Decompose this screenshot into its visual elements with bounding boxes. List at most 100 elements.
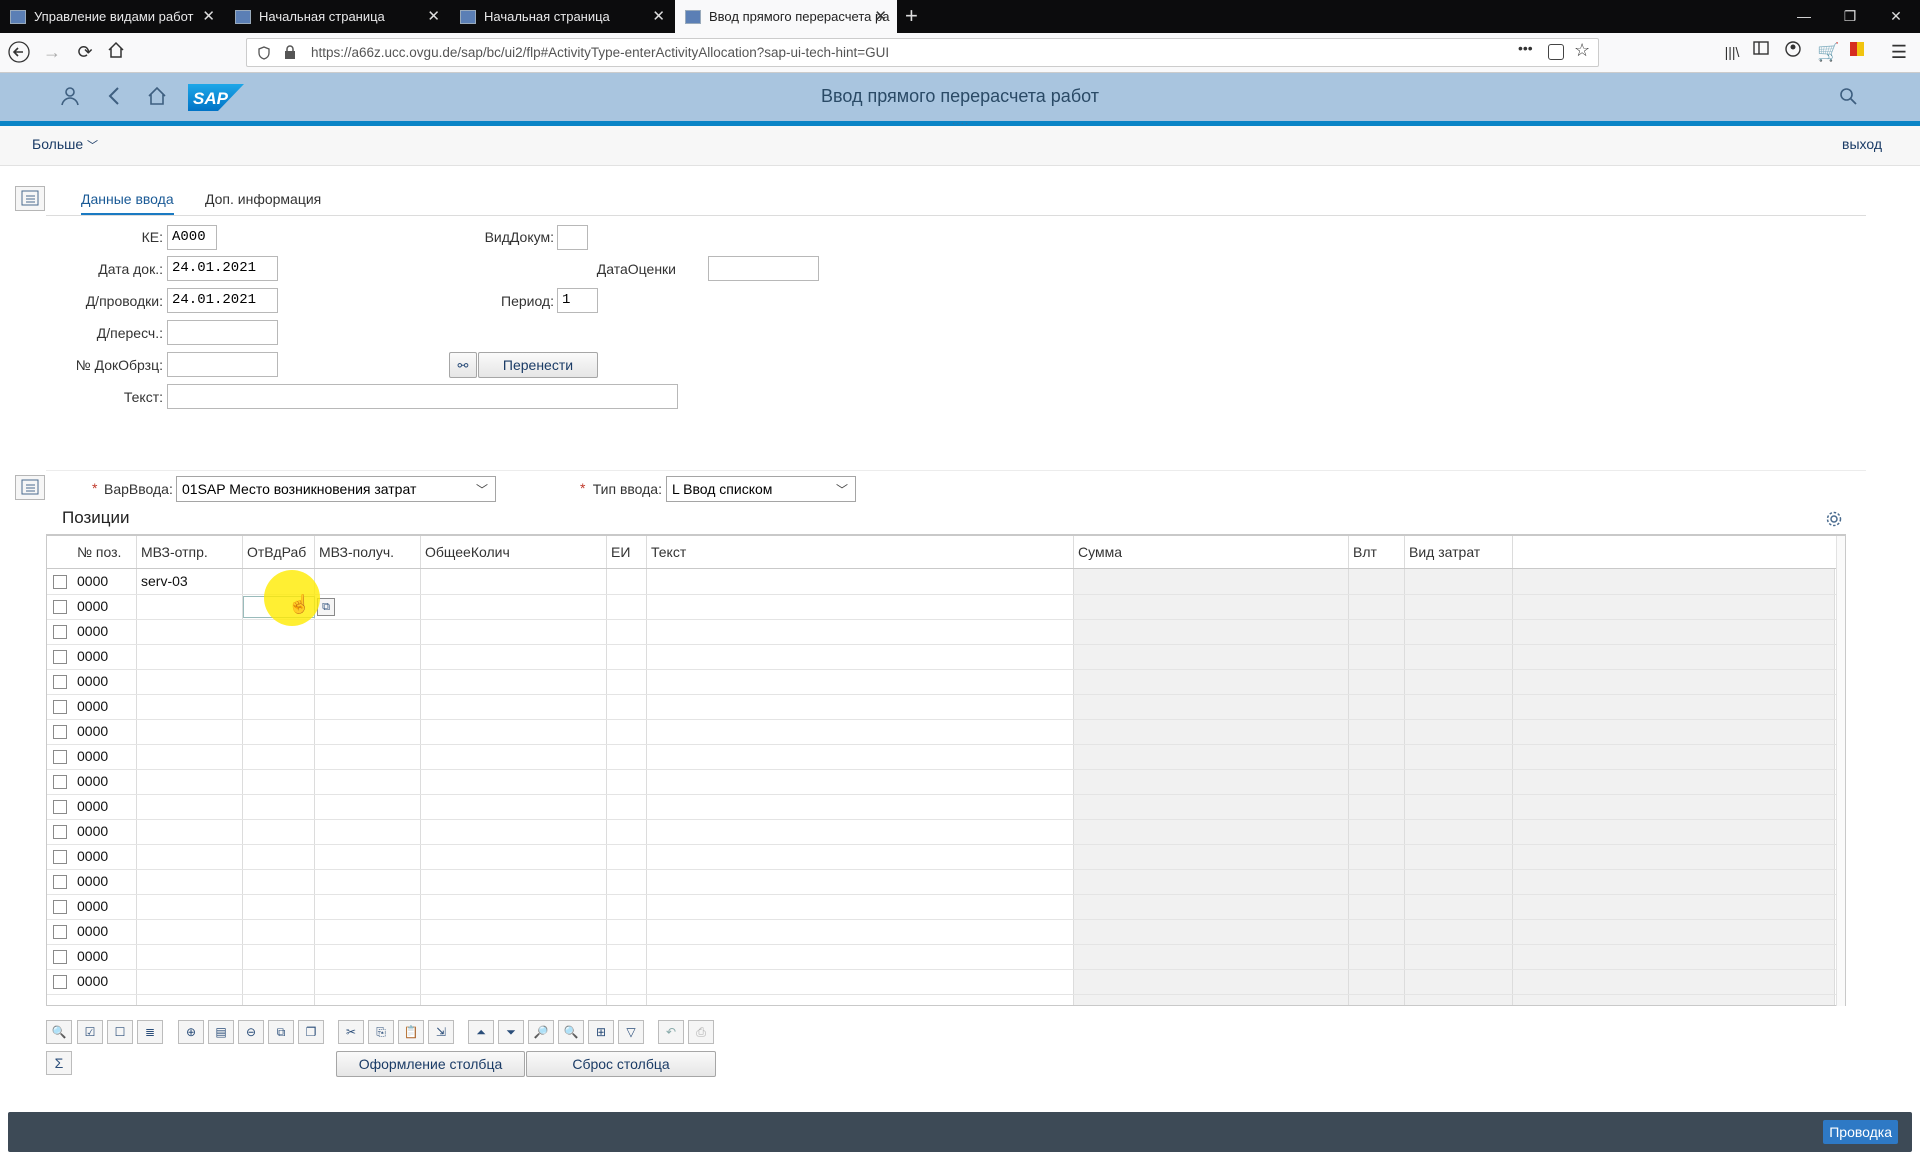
extension-icon[interactable] xyxy=(1849,41,1871,63)
tab-input-data[interactable]: Данные ввода xyxy=(81,191,174,215)
row-checkbox[interactable] xyxy=(53,675,67,689)
row-sender-cell[interactable]: serv-03 xyxy=(141,573,188,589)
period-field[interactable]: 1 xyxy=(557,288,598,313)
row-checkbox[interactable] xyxy=(53,800,67,814)
minimize-icon[interactable]: — xyxy=(1781,0,1827,33)
posting-date-field[interactable]: 24.01.2021 xyxy=(167,288,278,313)
sum-icon[interactable]: Σ xyxy=(46,1051,72,1075)
header-activity-type[interactable]: ОтВдРаб xyxy=(243,536,315,568)
cart-icon[interactable]: 🛒 xyxy=(1817,41,1839,63)
back-icon[interactable] xyxy=(8,41,30,63)
recalc-date-field[interactable] xyxy=(167,320,278,345)
zoom-icon[interactable]: 🔍 xyxy=(46,1020,72,1044)
forward-icon[interactable]: → xyxy=(41,41,63,63)
paste-icon[interactable]: 📋 xyxy=(398,1020,424,1044)
close-tab-icon[interactable]: ✕ xyxy=(874,0,887,33)
bookmark-star-icon[interactable]: ☆ xyxy=(1574,40,1590,61)
header-text[interactable]: Текст xyxy=(647,536,1074,568)
row-checkbox[interactable] xyxy=(53,925,67,939)
row-checkbox[interactable] xyxy=(53,650,67,664)
row-checkbox[interactable] xyxy=(53,775,67,789)
close-window-icon[interactable]: ✕ xyxy=(1873,0,1919,33)
header-position[interactable]: № поз. xyxy=(73,536,137,568)
doc-type-field[interactable] xyxy=(557,225,588,250)
row-checkbox[interactable] xyxy=(53,750,67,764)
sort-ascending-icon[interactable]: ⏶ xyxy=(468,1020,494,1044)
header-currency[interactable]: Влт xyxy=(1349,536,1405,568)
entry-variant-select[interactable]: 01SAP Место возникновения затрат ﹀ xyxy=(176,476,496,502)
row-checkbox[interactable] xyxy=(53,725,67,739)
menu-icon[interactable]: ☰ xyxy=(1888,41,1910,63)
delete-row-icon[interactable]: ⊖ xyxy=(238,1020,264,1044)
select-block-icon[interactable]: ≣ xyxy=(137,1020,163,1044)
row-checkbox[interactable] xyxy=(53,700,67,714)
more-menu[interactable]: Больше ﹀ xyxy=(32,136,98,153)
header-cost-element[interactable]: Вид затрат xyxy=(1405,536,1513,568)
lock-icon[interactable] xyxy=(283,45,297,60)
cut-icon[interactable]: ✂ xyxy=(338,1020,364,1044)
column-reset-button[interactable]: Сброс столбца xyxy=(526,1051,716,1077)
collapse-items-button[interactable] xyxy=(15,475,45,500)
row-checkbox[interactable] xyxy=(53,600,67,614)
exit-button[interactable]: выход xyxy=(1842,136,1882,152)
doc-date-field[interactable]: 24.01.2021 xyxy=(167,256,278,281)
hierarchy-icon[interactable]: ⊞ xyxy=(588,1020,614,1044)
add-row-icon[interactable]: ⊕ xyxy=(178,1020,204,1044)
browser-tab[interactable]: Начальная страница ✕ xyxy=(450,0,675,33)
header-total-quantity[interactable]: ОбщееКолич xyxy=(421,536,607,568)
reload-icon[interactable]: ⟳ xyxy=(74,41,96,63)
browser-tab[interactable]: Начальная страница ✕ xyxy=(225,0,450,33)
copy-icon[interactable]: ⎘ xyxy=(368,1020,394,1044)
ref-doc-field[interactable] xyxy=(167,352,278,377)
text-field[interactable] xyxy=(167,384,678,409)
duplicate-row-icon[interactable]: ⧉ xyxy=(268,1020,294,1044)
close-tab-icon[interactable]: ✕ xyxy=(202,0,215,33)
settings-gear-icon[interactable] xyxy=(1825,510,1843,528)
deselect-all-icon[interactable]: ☐ xyxy=(107,1020,133,1044)
row-checkbox[interactable] xyxy=(53,900,67,914)
close-tab-icon[interactable]: ✕ xyxy=(652,0,665,33)
sort-descending-icon[interactable]: ⏷ xyxy=(498,1020,524,1044)
find-next-icon[interactable]: 🔍 xyxy=(558,1020,584,1044)
undo-icon[interactable]: ↶ xyxy=(658,1020,684,1044)
account-icon[interactable] xyxy=(1785,41,1807,63)
column-layout-button[interactable]: Оформление столбца xyxy=(336,1051,525,1077)
row-checkbox[interactable] xyxy=(53,875,67,889)
select-all-icon[interactable]: ☑ xyxy=(77,1020,103,1044)
post-button[interactable]: Проводка xyxy=(1823,1120,1898,1144)
header-amount[interactable]: Сумма xyxy=(1074,536,1349,568)
new-tab-icon[interactable]: + xyxy=(905,3,918,29)
row-checkbox[interactable] xyxy=(53,975,67,989)
row-checkbox[interactable] xyxy=(53,625,67,639)
find-icon[interactable]: 🔎 xyxy=(528,1020,554,1044)
home-icon[interactable] xyxy=(107,41,129,63)
row-checkbox[interactable] xyxy=(53,825,67,839)
collapse-header-button[interactable] xyxy=(15,186,45,211)
browser-tab-active[interactable]: Ввод прямого перерасчета ра ✕ xyxy=(675,0,897,33)
sidebar-icon[interactable] xyxy=(1753,41,1775,63)
header-unit[interactable]: ЕИ xyxy=(607,536,647,568)
search-icon[interactable] xyxy=(1839,87,1857,105)
vertical-scrollbar[interactable] xyxy=(1836,536,1845,1006)
entry-type-select[interactable]: L Ввод списком ﹀ xyxy=(666,476,856,502)
filter-icon[interactable]: ▽ xyxy=(618,1020,644,1044)
header-sender[interactable]: МВЗ-отпр. xyxy=(137,536,243,568)
shield-icon[interactable] xyxy=(257,46,271,60)
copy-row-icon[interactable]: ❐ xyxy=(298,1020,324,1044)
close-tab-icon[interactable]: ✕ xyxy=(427,0,440,33)
valuation-date-field[interactable] xyxy=(708,256,819,281)
header-receiver[interactable]: МВЗ-получ. xyxy=(315,536,421,568)
row-checkbox[interactable] xyxy=(53,950,67,964)
paste-append-icon[interactable]: ⇲ xyxy=(428,1020,454,1044)
tab-additional-info[interactable]: Доп. информация xyxy=(205,191,321,207)
insert-row-icon[interactable]: ▤ xyxy=(208,1020,234,1044)
row-checkbox[interactable] xyxy=(53,575,67,589)
library-icon[interactable]: |||\ xyxy=(1721,41,1743,63)
url-bar[interactable]: https://a66z.ucc.ovgu.de/sap/bc/ui2/flp#… xyxy=(246,38,1599,67)
browser-tab[interactable]: Управление видами работ ✕ xyxy=(0,0,225,33)
pocket-icon[interactable] xyxy=(1548,44,1564,60)
page-actions-icon[interactable]: ••• xyxy=(1518,40,1533,56)
binoculars-button[interactable]: ⚯ xyxy=(449,352,477,378)
row-checkbox[interactable] xyxy=(53,850,67,864)
print-icon[interactable]: ⎙ xyxy=(688,1020,714,1044)
